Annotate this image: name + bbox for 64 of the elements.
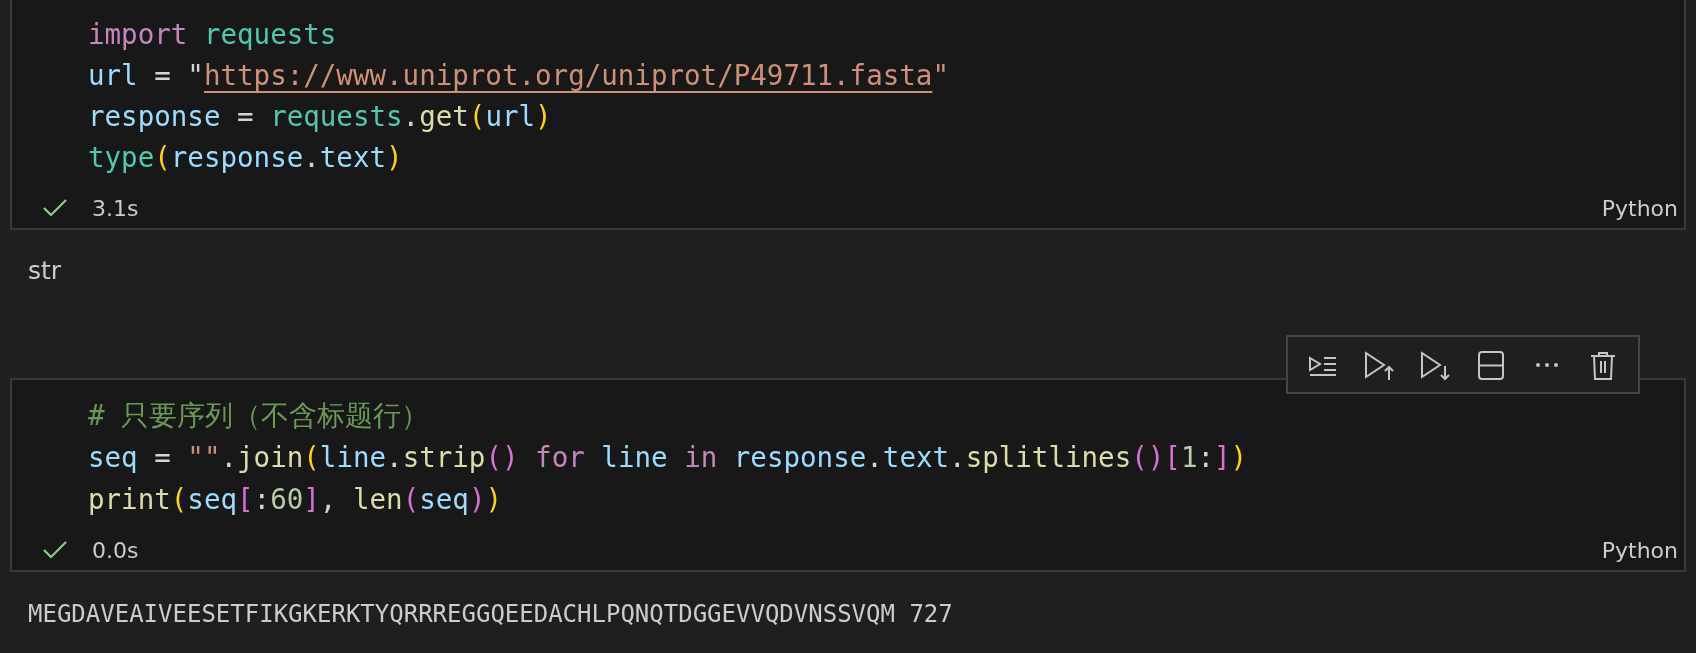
- code-token: join: [237, 441, 304, 473]
- code-token: get: [419, 100, 469, 132]
- code-token: 60: [270, 483, 304, 515]
- code-token: text: [319, 141, 387, 173]
- code-token: .: [949, 441, 966, 473]
- code-token: ]: [303, 483, 320, 515]
- code-token: ": [932, 59, 949, 91]
- code-token: ,: [319, 483, 338, 515]
- code-token: seq: [88, 441, 138, 473]
- code-token: .: [866, 441, 883, 473]
- code-token: url: [485, 100, 536, 132]
- code-token: (: [303, 441, 320, 473]
- code-token: seq: [419, 483, 469, 515]
- code-token: "": [187, 441, 221, 473]
- code-token: import: [88, 18, 189, 50]
- code-token: :: [1197, 441, 1214, 473]
- code-token: splitlines: [965, 441, 1132, 473]
- code-token: .: [402, 100, 420, 132]
- code-token: ): [485, 483, 502, 515]
- language-label[interactable]: Python: [1601, 537, 1678, 563]
- code-token: (): [1131, 441, 1165, 473]
- code-token: requests: [270, 100, 403, 132]
- code-token: (: [468, 100, 486, 132]
- code-token: 1: [1180, 441, 1198, 473]
- code-token: (: [402, 483, 420, 515]
- code-token: response: [733, 441, 867, 473]
- code-token: line: [601, 441, 669, 473]
- code-token: seq: [187, 483, 238, 515]
- code-token: (): [485, 441, 519, 473]
- code-token: ): [468, 483, 486, 515]
- code-token: .: [303, 141, 320, 173]
- code-token: :: [253, 483, 271, 515]
- code-token: =: [153, 441, 172, 473]
- code-token: [: [237, 483, 254, 515]
- code-token: requests: [203, 18, 337, 50]
- execution-time: 3.1s: [92, 195, 139, 221]
- code-token: = ": [153, 59, 204, 91]
- language-label[interactable]: Python: [1601, 195, 1678, 221]
- code-token: len: [352, 483, 403, 515]
- code-token: .: [386, 441, 403, 473]
- cell-output: str: [28, 256, 62, 285]
- cell-output: MEGDAVEAIVEESETFIKGKERKTYQRRREGGQEEDACHLPQNQTDGGEVVQDVNSSVQM 727: [28, 600, 953, 628]
- code-token: for: [534, 441, 586, 473]
- code-token: response: [170, 141, 304, 173]
- code-token: text: [882, 441, 950, 473]
- code-token: type: [88, 141, 155, 173]
- code-token: response: [88, 100, 221, 132]
- code-token: .: [220, 441, 238, 473]
- code-token: line: [319, 441, 387, 473]
- code-token: ): [535, 100, 552, 132]
- code-token: ): [386, 141, 403, 173]
- code-token: print: [88, 483, 171, 515]
- code-token: url: [88, 59, 138, 91]
- code-token: in: [684, 441, 719, 473]
- code-token: (: [170, 483, 188, 515]
- code-token: # 只要序列（不含标题行）: [88, 399, 430, 431]
- url-link[interactable]: https://www.uniprot.org/uniprot/P49711.fasta: [203, 59, 933, 91]
- code-token: (: [154, 141, 171, 173]
- code-token: [: [1164, 441, 1181, 473]
- code-token: ]: [1214, 441, 1231, 473]
- code-token: ): [1230, 441, 1248, 473]
- code-token: strip: [402, 441, 486, 473]
- code-token: =: [236, 100, 255, 132]
- execution-time: 0.0s: [92, 537, 139, 563]
